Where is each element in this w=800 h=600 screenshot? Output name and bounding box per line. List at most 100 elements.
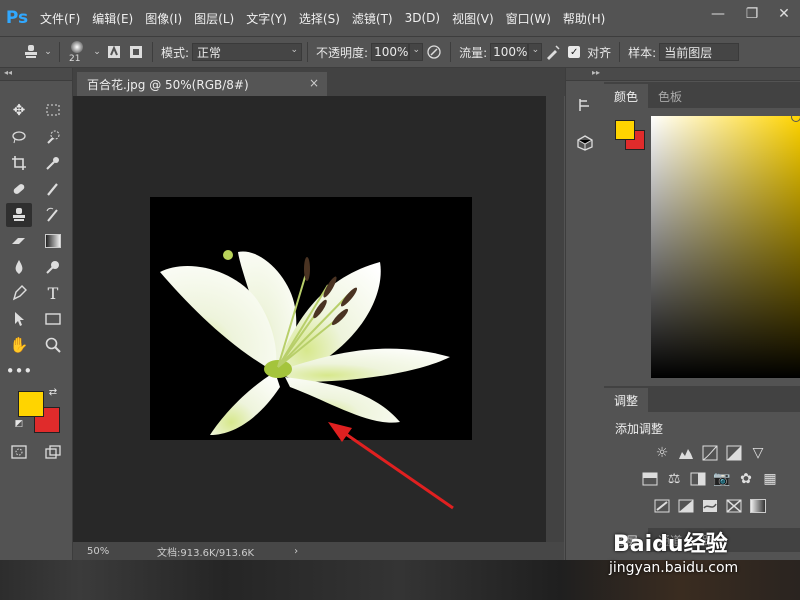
- quick-selection-tool-icon[interactable]: [40, 125, 66, 149]
- brush-tool-icon[interactable]: [40, 177, 66, 201]
- foreground-color-swatch[interactable]: [18, 391, 44, 417]
- clone-stamp-tool-icon[interactable]: [6, 203, 32, 227]
- quick-mask-icon[interactable]: [6, 440, 32, 464]
- menu-select[interactable]: 选择(S): [293, 10, 346, 27]
- status-menu-arrow-icon[interactable]: ›: [294, 546, 298, 557]
- invert-icon[interactable]: [654, 498, 670, 514]
- menu-file[interactable]: 文件(F): [34, 10, 86, 27]
- dodge-tool-icon[interactable]: [40, 255, 66, 279]
- airbrush-icon[interactable]: [542, 41, 564, 63]
- tool-preset-chevron-icon[interactable]: ⌄: [42, 41, 54, 63]
- close-tab-icon[interactable]: ×: [309, 76, 319, 90]
- menu-view[interactable]: 视图(V): [446, 10, 500, 27]
- channel-mixer-icon[interactable]: ✿: [738, 471, 754, 487]
- brightness-contrast-icon[interactable]: ☼: [654, 445, 670, 461]
- type-tool-icon[interactable]: T: [40, 281, 66, 305]
- vertical-scrollbar[interactable]: [546, 96, 564, 542]
- pen-tool-icon[interactable]: [6, 281, 32, 305]
- tab-adjustments[interactable]: 调整: [604, 388, 649, 412]
- separator: [59, 42, 60, 62]
- history-brush-tool-icon[interactable]: [40, 203, 66, 227]
- rectangle-tool-icon[interactable]: [40, 307, 66, 331]
- minimize-button[interactable]: —: [702, 0, 734, 28]
- opacity-label: 不透明度:: [316, 45, 369, 60]
- move-tool-icon[interactable]: ✥: [6, 98, 32, 122]
- sample-label: 样本:: [628, 45, 657, 60]
- document-tab[interactable]: 百合花.jpg @ 50%(RGB/8#) ×: [77, 72, 327, 96]
- opacity-slider-chevron-icon[interactable]: ⌄: [409, 43, 424, 61]
- color-lookup-icon[interactable]: ▦: [762, 471, 778, 487]
- panel-foreground-swatch[interactable]: [615, 120, 635, 140]
- color-picker-handle[interactable]: [791, 112, 800, 122]
- clone-source-icon[interactable]: [125, 41, 147, 63]
- swap-colors-icon[interactable]: ⇄: [46, 385, 60, 399]
- black-white-icon[interactable]: [690, 471, 706, 487]
- flow-slider-chevron-icon[interactable]: ⌄: [528, 43, 543, 61]
- gradient-tool-icon[interactable]: [40, 229, 66, 253]
- menu-filter[interactable]: 滤镜(T): [346, 10, 399, 27]
- 3d-panel-icon[interactable]: [574, 132, 596, 154]
- healing-brush-tool-icon[interactable]: [6, 177, 32, 201]
- lasso-tool-icon[interactable]: [6, 125, 32, 149]
- hand-tool-icon[interactable]: ✋: [6, 333, 32, 357]
- panel-icon-strip: ▸▸: [565, 68, 605, 600]
- restore-button[interactable]: ❐: [736, 0, 768, 28]
- menu-bar: Ps 文件(F) 编辑(E) 图像(I) 图层(L) 文字(Y) 选择(S) 滤…: [0, 0, 800, 37]
- mode-select[interactable]: 正常 ⌄: [192, 43, 303, 61]
- separator: [619, 42, 621, 62]
- eyedropper-tool-icon[interactable]: [40, 151, 66, 175]
- photo-filter-icon[interactable]: 📷: [713, 471, 730, 487]
- photoshop-logo: Ps: [5, 8, 29, 28]
- posterize-icon[interactable]: [678, 498, 694, 514]
- eraser-tool-icon[interactable]: [6, 229, 32, 253]
- zoom-level[interactable]: 50%: [87, 546, 157, 557]
- annotation-arrow-icon: [328, 422, 454, 510]
- menu-layer[interactable]: 图层(L): [188, 10, 240, 27]
- blur-tool-icon[interactable]: [6, 255, 32, 279]
- separator: [152, 42, 153, 62]
- selective-color-icon[interactable]: [726, 498, 742, 514]
- hue-saturation-icon[interactable]: [642, 471, 658, 487]
- expand-panels-icon[interactable]: ▸▸: [566, 68, 604, 81]
- vibrance-icon[interactable]: ▽: [750, 445, 766, 461]
- default-colors-icon[interactable]: ◩: [12, 417, 26, 431]
- brush-preset-picker[interactable]: 21: [65, 38, 91, 66]
- color-field[interactable]: [651, 116, 800, 378]
- crop-tool-icon[interactable]: [6, 151, 32, 175]
- watermark-url: jingyan.baidu.com: [609, 560, 739, 576]
- zoom-tool-icon[interactable]: [40, 333, 66, 357]
- align-checkbox[interactable]: ✓: [568, 46, 581, 58]
- menu-help[interactable]: 帮助(H): [557, 10, 611, 27]
- path-selection-tool-icon[interactable]: [6, 307, 32, 331]
- marquee-tool-icon[interactable]: [40, 98, 66, 122]
- clone-stamp-icon[interactable]: [20, 41, 42, 63]
- brush-panel-icon[interactable]: [103, 41, 125, 63]
- brush-chevron-icon[interactable]: ⌄: [91, 41, 103, 63]
- collapse-panel-icon[interactable]: ◂◂: [0, 68, 72, 81]
- exposure-icon[interactable]: [726, 445, 742, 461]
- threshold-icon[interactable]: [702, 498, 718, 514]
- history-panel-icon[interactable]: [574, 94, 596, 116]
- menu-image[interactable]: 图像(I): [139, 10, 188, 27]
- adjustments-panel-tabs: 调整: [604, 386, 800, 412]
- options-bar: ⌄ 21 ⌄ 模式: 正常 ⌄ 不透明度: 100% ⌄ 流量: 100% ⌄ ✓…: [0, 37, 800, 68]
- menu-edit[interactable]: 编辑(E): [86, 10, 139, 27]
- pressure-opacity-icon[interactable]: [423, 41, 445, 63]
- screen-mode-icon[interactable]: [40, 440, 66, 464]
- menu-3d[interactable]: 3D(D): [399, 11, 446, 25]
- sample-select[interactable]: 当前图层: [659, 43, 740, 61]
- tab-color[interactable]: 颜色: [604, 84, 649, 108]
- align-label: 对齐: [587, 45, 612, 60]
- color-balance-icon[interactable]: ⚖: [666, 471, 682, 487]
- close-window-button[interactable]: ✕: [768, 0, 800, 28]
- more-tools-icon[interactable]: •••: [6, 359, 33, 383]
- menu-type[interactable]: 文字(Y): [240, 10, 293, 27]
- opacity-input[interactable]: 100%: [371, 43, 410, 61]
- levels-icon[interactable]: [678, 445, 694, 461]
- document-image[interactable]: [150, 197, 472, 440]
- gradient-map-icon[interactable]: [750, 498, 766, 514]
- flow-input[interactable]: 100%: [490, 43, 529, 61]
- menu-window[interactable]: 窗口(W): [500, 10, 557, 27]
- curves-icon[interactable]: [702, 445, 718, 461]
- tab-swatches[interactable]: 色板: [648, 84, 692, 108]
